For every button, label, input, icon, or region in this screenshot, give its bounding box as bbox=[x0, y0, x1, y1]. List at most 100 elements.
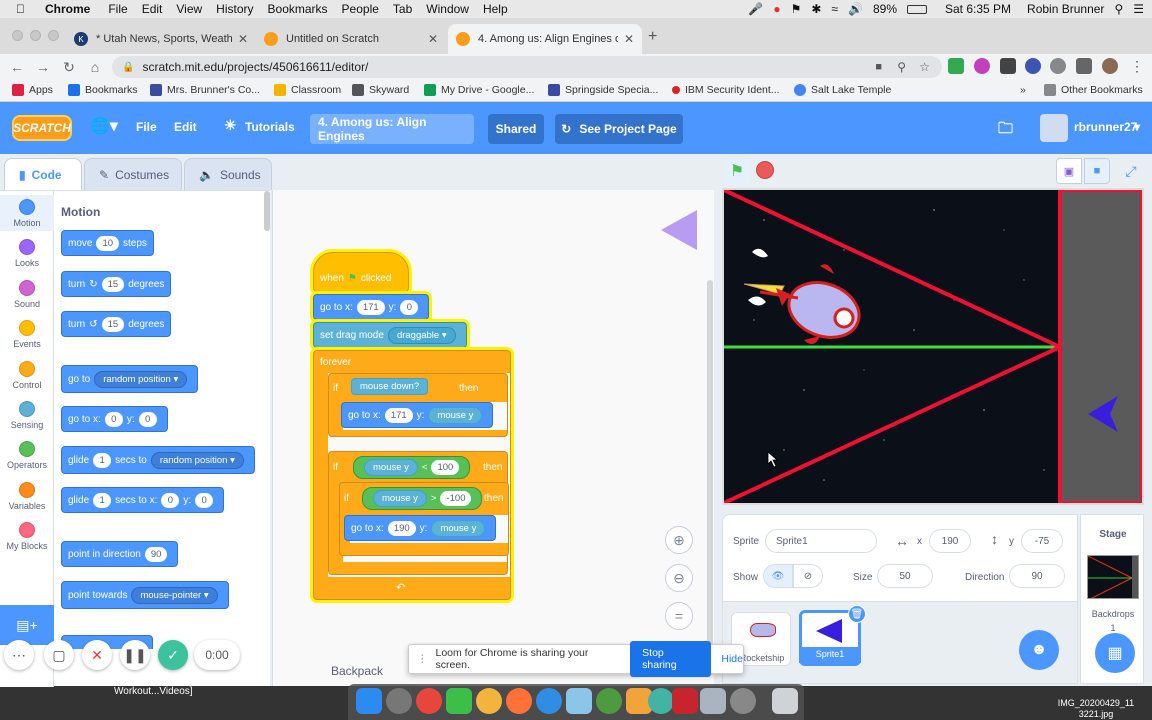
chrome-icon[interactable] bbox=[416, 688, 442, 714]
loom-camera-off-button[interactable]: ▢ bbox=[44, 640, 74, 670]
degrees-input[interactable]: 15 bbox=[101, 316, 125, 332]
bookmark-ibm-security[interactable]: IBM Security Ident... bbox=[672, 84, 780, 96]
category-operators[interactable]: Operators bbox=[0, 441, 54, 470]
mouse-y-reporter[interactable]: mouse y bbox=[373, 490, 427, 507]
y-input[interactable]: 0 bbox=[138, 411, 157, 427]
add-sprite-button[interactable]: ☻ bbox=[1019, 630, 1059, 670]
my-stuff-folder-icon[interactable]: 🗀 bbox=[998, 118, 1013, 143]
language-globe-icon[interactable]: 🌐▾ bbox=[90, 116, 118, 136]
forward-arrow-icon[interactable]: → bbox=[32, 59, 54, 75]
grid-extension-icon[interactable] bbox=[1000, 58, 1016, 74]
firefox-icon[interactable] bbox=[506, 688, 532, 714]
block-if-mouse-y-gt[interactable]: if mouse y > -100 then go to x: 190 y: mouse … bbox=[339, 482, 509, 556]
large-stage-button[interactable]: ■ bbox=[1084, 158, 1110, 184]
menu-edit[interactable]: Edit bbox=[142, 2, 163, 16]
target-dropdown[interactable]: random position ▾ bbox=[150, 451, 244, 469]
desktop-file-label-left[interactable]: Workout...Videos] bbox=[114, 686, 193, 697]
y-position-input[interactable]: -75 bbox=[1021, 529, 1063, 553]
colorful-extension-icon[interactable] bbox=[974, 58, 990, 74]
block-go-to-xy[interactable]: go to x: 0 y: 0 bbox=[61, 406, 168, 432]
add-extension-button[interactable]: ▤+ bbox=[0, 605, 54, 645]
user-avatar[interactable] bbox=[1040, 114, 1068, 142]
workspace-vertical-scrollbar[interactable] bbox=[707, 280, 713, 650]
home-icon[interactable]: ⌂ bbox=[84, 59, 106, 75]
clock[interactable]: Sat 6:35 PM bbox=[945, 2, 1011, 16]
mouse-y-reporter[interactable]: mouse y bbox=[431, 519, 486, 537]
target-dropdown[interactable]: random position ▾ bbox=[94, 370, 188, 388]
size-input[interactable]: 50 bbox=[877, 564, 933, 588]
palette-scrollbar[interactable] bbox=[264, 191, 270, 231]
category-sound[interactable]: Sound bbox=[0, 280, 54, 309]
tab-sounds[interactable]: 🔈 Sounds bbox=[184, 158, 272, 190]
block-forever[interactable]: forever ↶ if mouse down? then go to x: 17… bbox=[313, 350, 511, 600]
microphone-icon[interactable]: 🎤 bbox=[748, 2, 763, 16]
bookmark-star-icon[interactable]: ☆ bbox=[919, 60, 930, 74]
block-go-to-xy[interactable]: go to x: 190 y: mouse y bbox=[344, 515, 497, 541]
script-stack[interactable]: when ⚑ clicked go to x: 171 y: 0 set drag m… bbox=[313, 252, 523, 614]
bookmark-classroom[interactable]: Classroom bbox=[274, 84, 341, 96]
sprite-name-input[interactable]: Sprite1 bbox=[765, 529, 877, 553]
loom-more-button[interactable]: ⋯ bbox=[4, 640, 34, 670]
block-turn-left[interactable]: turn ↺ 15 degrees bbox=[61, 311, 172, 337]
block-go-to[interactable]: go to random position ▾ bbox=[61, 365, 199, 393]
camera-icon[interactable]: ■ bbox=[875, 61, 882, 73]
stop-button[interactable] bbox=[756, 161, 774, 179]
google-drive-extension-icon[interactable] bbox=[948, 58, 964, 74]
delete-sprite-button[interactable]: 🗑 bbox=[848, 605, 866, 623]
sprite-tile-sprite1[interactable]: Sprite1 🗑 bbox=[799, 605, 866, 666]
app-icon-green[interactable] bbox=[596, 688, 622, 714]
loom-finish-button[interactable]: ✓ bbox=[158, 640, 188, 670]
code-workspace[interactable]: when ⚑ clicked go to x: 171 y: 0 set drag m… bbox=[272, 190, 714, 686]
tab-close-icon[interactable]: ✕ bbox=[238, 32, 248, 46]
bookmark-springside[interactable]: Springside Specia... bbox=[548, 84, 658, 96]
bluetooth-icon[interactable]: ✱ bbox=[811, 2, 821, 16]
menu-view[interactable]: View bbox=[176, 2, 202, 16]
photos-icon[interactable] bbox=[476, 688, 502, 714]
zoom-out-button[interactable]: ⊖ bbox=[665, 564, 693, 592]
bookmark-other[interactable]: Other Bookmarks bbox=[1044, 84, 1143, 96]
address-bar[interactable]: 🔒 scratch.mit.edu/projects/450616611/edi… bbox=[112, 56, 942, 78]
control-center-icon[interactable]: ☰ bbox=[1133, 2, 1144, 16]
tab-costumes[interactable]: ✎ Costumes bbox=[84, 158, 182, 190]
scratch-app-icon[interactable] bbox=[566, 688, 592, 714]
cat-extension-icon[interactable] bbox=[1050, 58, 1066, 74]
secs-input[interactable]: 1 bbox=[93, 452, 112, 468]
bookmark-my-drive[interactable]: My Drive - Google... bbox=[424, 84, 534, 96]
browser-tab-untitled-scratch[interactable]: Untitled on Scratch ✕ bbox=[256, 24, 446, 54]
block-glide-to-xy[interactable]: glide 1 secs to x: 0 y: 0 bbox=[61, 487, 225, 513]
shared-button[interactable]: Shared bbox=[488, 114, 544, 144]
backdrop-thumbnail[interactable] bbox=[1087, 555, 1139, 599]
secs-input[interactable]: 1 bbox=[93, 492, 112, 508]
greater-than-operator[interactable]: mouse y > -100 bbox=[362, 487, 483, 510]
backpack-label[interactable]: Backpack bbox=[331, 664, 383, 678]
trash-icon[interactable] bbox=[772, 688, 798, 714]
back-arrow-icon[interactable]: ← bbox=[6, 59, 28, 75]
add-backdrop-button[interactable]: ▦ bbox=[1095, 633, 1135, 673]
tab-code[interactable]: ▮ Code bbox=[4, 158, 82, 190]
y-input[interactable]: 0 bbox=[400, 299, 419, 315]
finder-icon[interactable] bbox=[356, 688, 382, 714]
stage-canvas[interactable] bbox=[722, 188, 1144, 505]
less-than-operator[interactable]: mouse y <100 bbox=[353, 456, 471, 479]
tutorials-button[interactable]: Tutorials bbox=[245, 120, 295, 134]
battery-percent[interactable]: 89% bbox=[873, 2, 897, 16]
x-input[interactable]: 171 bbox=[356, 299, 385, 315]
block-turn-right[interactable]: turn ↻ 15 degrees bbox=[61, 271, 172, 297]
x-input[interactable]: 171 bbox=[384, 407, 413, 423]
drag-mode-dropdown[interactable]: draggable ▾ bbox=[387, 326, 456, 344]
block-point-in-direction[interactable]: point in direction 90 bbox=[61, 541, 179, 567]
battery-icon[interactable] bbox=[907, 4, 927, 14]
edit-menu[interactable]: Edit bbox=[174, 120, 197, 134]
bookmark-bookmarks[interactable]: Bookmarks bbox=[68, 84, 138, 96]
block-if-mouse-down[interactable]: if mouse down? then go to x: 171 y: mouse y bbox=[328, 373, 508, 437]
file-menu[interactable]: File bbox=[136, 120, 157, 134]
category-sensing[interactable]: Sensing bbox=[0, 401, 54, 430]
block-if-mouse-y-lt[interactable]: if mouse y <100 then if mouse y > -100 then bbox=[328, 451, 509, 575]
stage-selector-panel[interactable]: Stage Backdrops 1 ▦ bbox=[1080, 514, 1144, 684]
menu-help[interactable]: Help bbox=[483, 2, 508, 16]
apple-icon[interactable]:  bbox=[16, 2, 25, 16]
window-close-button[interactable] bbox=[12, 30, 23, 41]
x-position-input[interactable]: 190 bbox=[929, 529, 971, 553]
green-flag-button[interactable]: ⚑ bbox=[724, 158, 750, 184]
x-input[interactable]: 190 bbox=[387, 520, 416, 536]
